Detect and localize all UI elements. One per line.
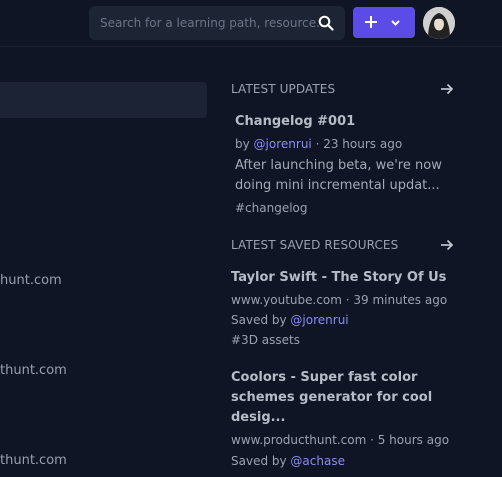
add-new-button[interactable]: [353, 7, 415, 38]
user-link[interactable]: @achase: [290, 454, 345, 468]
update-excerpt: After launching beta, we're now doing mi…: [235, 158, 442, 193]
saved-by: Saved by @jorenrui: [231, 313, 349, 327]
left-panel-header: [0, 82, 207, 118]
update-tag[interactable]: #changelog: [235, 201, 308, 215]
user-link[interactable]: @jorenrui: [254, 137, 312, 151]
saved-by: Saved by @achase: [231, 454, 345, 468]
top-bar: Search for a learning path, resource...: [0, 0, 502, 47]
arrow-right-icon[interactable]: [440, 83, 454, 95]
resource-tag[interactable]: #3D assets: [231, 333, 300, 347]
update-meta: by @jorenrui · 23 hours ago: [235, 137, 402, 151]
avatar[interactable]: [423, 7, 455, 39]
resource-title[interactable]: desig...: [231, 410, 285, 425]
saved-by-label: Saved by: [231, 454, 291, 468]
latest-updates-title: LATEST UPDATES: [231, 82, 336, 96]
resource-meta: www.youtube.com · 39 minutes ago: [231, 293, 448, 307]
resource-url[interactable]: thunt.com: [0, 453, 67, 468]
search-icon[interactable]: [318, 15, 334, 31]
resource-url[interactable]: thunt.com: [0, 363, 67, 378]
user-link[interactable]: @jorenrui: [290, 313, 348, 327]
chevron-down-icon: [391, 20, 400, 26]
resource-title[interactable]: schemes generator for cool: [231, 390, 432, 405]
plus-icon: [365, 16, 377, 28]
avatar-image: [423, 7, 455, 39]
search-box[interactable]: Search for a learning path, resource...: [89, 6, 345, 40]
resource-meta: www.producthunt.com · 5 hours ago: [231, 433, 450, 447]
latest-saved-title: LATEST SAVED RESOURCES: [231, 238, 399, 252]
search-input[interactable]: Search for a learning path, resource...: [100, 16, 328, 30]
resource-title[interactable]: Taylor Swift - The Story Of Us: [231, 270, 446, 285]
saved-by-label: Saved by: [231, 313, 291, 327]
resource-url[interactable]: hunt.com: [0, 273, 62, 288]
update-time: · 23 hours ago: [311, 137, 403, 151]
by-label: by: [235, 137, 254, 151]
arrow-right-icon[interactable]: [440, 239, 454, 251]
resource-title[interactable]: Coolors - Super fast color: [231, 370, 417, 385]
update-title[interactable]: Changelog #001: [235, 114, 355, 129]
